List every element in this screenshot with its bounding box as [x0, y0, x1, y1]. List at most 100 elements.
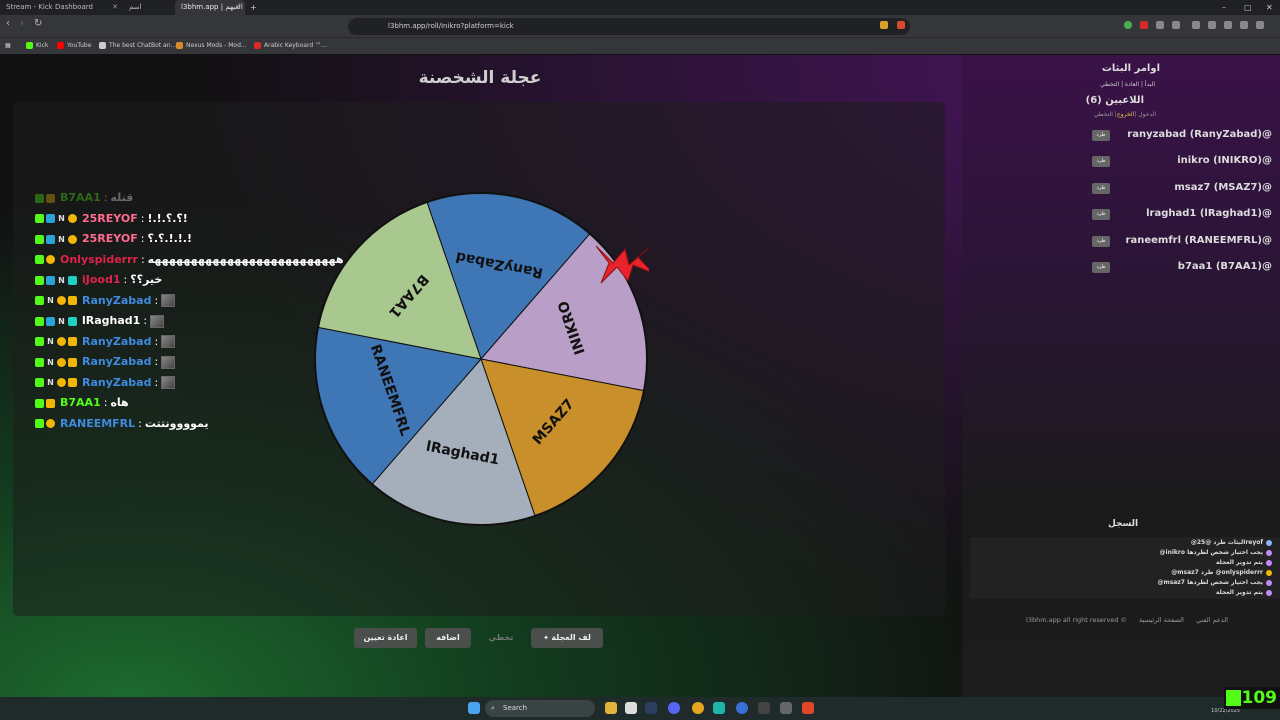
terminal-icon[interactable] — [758, 702, 770, 714]
apps-icon[interactable]: ▦ — [5, 38, 11, 54]
windows-start-icon[interactable] — [468, 702, 480, 714]
chat-message: N RanyZabad: — [35, 373, 344, 394]
chat-username[interactable]: RanyZabad — [82, 352, 151, 372]
chat-username[interactable]: 25REYOF — [82, 229, 138, 249]
log-entry: يتم تدوير العجلة — [1216, 589, 1272, 596]
chat-username[interactable]: Onlyspiderrr — [60, 250, 138, 270]
join-command: الدخول | — [1134, 111, 1156, 118]
bookmark-chatbot[interactable]: The best ChatBot an... — [99, 38, 176, 54]
extension-icon[interactable] — [1240, 21, 1248, 29]
footer-support-link[interactable]: الدعم الفني — [1196, 616, 1228, 624]
kick-player-button[interactable]: طرد — [1092, 182, 1110, 194]
player-name: raneemfrl (RANEEMFRL)@ — [1125, 234, 1272, 246]
tab-label: اسم — [129, 3, 142, 11]
kick-player-button[interactable]: طرد — [1092, 262, 1110, 273]
n-badge-icon: N — [47, 378, 54, 388]
chat-username[interactable]: RanyZabad — [82, 373, 151, 393]
crown-badge-icon — [68, 296, 77, 306]
kick-player-button[interactable]: طرد — [1092, 235, 1110, 247]
chat-username[interactable]: RANEEMFRL — [60, 414, 135, 434]
players-title: اللاعبين (6) — [1085, 95, 1144, 106]
chat-text: يموووونتتت — [144, 416, 209, 430]
extension-icon[interactable] — [1156, 21, 1164, 29]
brave-icon[interactable] — [802, 702, 814, 714]
chat-separator: : — [140, 232, 145, 246]
kick-player-button[interactable]: طرد — [1092, 130, 1110, 141]
extension-icon[interactable] — [897, 21, 905, 29]
spin-wheel-button[interactable]: ✦ لف العجلة — [531, 628, 603, 648]
chat-username[interactable]: RanyZabad — [82, 291, 151, 311]
player-row: طرد msaz7 (MSAZ7)@ — [1092, 182, 1272, 196]
bookmark-label: The best ChatBot an... — [109, 42, 177, 49]
close-icon[interactable]: ✕ — [235, 0, 241, 15]
menu-icon[interactable] — [1256, 21, 1264, 29]
file-explorer-icon[interactable] — [605, 702, 617, 714]
chrome-icon[interactable] — [692, 702, 704, 714]
chat-username[interactable]: RanyZabad — [82, 332, 151, 352]
bookmark-kick[interactable]: Kick — [26, 38, 48, 54]
app-icon[interactable] — [780, 702, 792, 714]
kick-badge-icon — [35, 337, 44, 347]
extension-icon[interactable] — [1224, 21, 1232, 29]
player-row: طرد b7aa1 (B7AA1)@ — [1092, 261, 1272, 275]
reset-button[interactable]: اعادة تعيين — [354, 628, 417, 648]
music-icon[interactable] — [1192, 21, 1200, 29]
wheel-controls: ✦ لف العجلة تخطي اضافه اعادة تعيين — [0, 628, 960, 648]
player-name: msaz7 (MSAZ7)@ — [1174, 181, 1272, 193]
reload-icon[interactable]: ↻ — [34, 18, 42, 29]
spin-wheel[interactable]: RanyZabadINIKROMSAZ7lRaghad1RANEEMFRLB7A… — [313, 191, 649, 527]
extension-icon[interactable] — [1172, 21, 1180, 29]
chat-separator: : — [154, 334, 159, 348]
coin-badge-icon — [57, 296, 66, 306]
bookmark-arabic-keyboard[interactable]: Arabic Keyboard ™... — [254, 38, 327, 54]
close-window-icon[interactable]: ✕ — [1266, 0, 1273, 15]
add-button[interactable]: اضافه — [425, 628, 471, 648]
discord-icon[interactable] — [668, 702, 680, 714]
bookmark-nexus[interactable]: Nexus Mods - Mod... — [176, 38, 247, 54]
n-badge-icon: N — [58, 234, 65, 244]
page-content: عجلة الشخصنة B7AA1: قتله N 25REYOF: !.!.؟.؟!… — [0, 55, 1280, 700]
new-tab-button[interactable]: + — [250, 0, 257, 15]
kick-badge-icon — [35, 419, 44, 429]
log-dot-icon — [1266, 569, 1272, 576]
tab-kick-dashboard[interactable]: Stream - Kick Dashboard ✕ — [0, 0, 122, 15]
extension-icon[interactable] — [880, 21, 888, 29]
url-field[interactable]: l3bhm.app/roll/inikro?platform=kick — [348, 18, 910, 35]
app-icon[interactable] — [713, 702, 725, 714]
chat-username[interactable]: B7AA1 — [60, 393, 101, 413]
taskbar-search[interactable]: ⌕ Search — [485, 700, 595, 717]
bot-badge-icon — [46, 234, 55, 244]
search-label: Search — [503, 704, 528, 712]
player-row: طرد raneemfrl (RANEEMFRL)@ — [1092, 235, 1272, 249]
footer-home-link[interactable]: الصفحة الرئيسية — [1139, 616, 1184, 624]
kick-player-button[interactable]: طرد — [1092, 209, 1110, 221]
tab-second[interactable]: اسم — [123, 0, 175, 15]
close-icon[interactable]: ✕ — [112, 0, 118, 15]
record-icon[interactable] — [1140, 21, 1148, 29]
vpn-icon[interactable] — [1124, 21, 1132, 29]
chat-text: هاه — [110, 396, 129, 410]
log-dot-icon — [1266, 549, 1272, 556]
tab-l3bhm[interactable]: l3bhm.app | العبهم ✕ — [175, 0, 245, 15]
bookmark-youtube[interactable]: YouTube — [57, 38, 91, 54]
chat-username[interactable]: iJood1 — [82, 270, 121, 290]
app-icon[interactable] — [736, 702, 748, 714]
steam-icon[interactable] — [645, 702, 657, 714]
forward-icon[interactable]: › — [20, 18, 24, 29]
log-text: @msaz7 طرد @onlyspiderrr — [1171, 569, 1263, 576]
keyboard-icon — [254, 42, 261, 49]
chat-username[interactable]: B7AA1 — [60, 188, 101, 208]
chat-username[interactable]: lRaghad1 — [82, 311, 140, 331]
store-icon[interactable] — [625, 702, 637, 714]
maximize-icon[interactable]: ▢ — [1244, 0, 1252, 15]
player-row: طرد ranyzabad (RanyZabad)@ — [1092, 129, 1272, 143]
back-icon[interactable]: ‹ — [6, 18, 10, 29]
minimize-icon[interactable]: – — [1222, 0, 1226, 15]
chat-username[interactable]: 25REYOF — [82, 209, 138, 229]
tab-label: l3bhm.app | العبهم — [181, 3, 243, 11]
kick-badge-icon — [35, 357, 44, 367]
kick-player-button[interactable]: طرد — [1092, 156, 1110, 168]
skip-button[interactable]: تخطي — [479, 628, 523, 648]
extension-icon[interactable] — [1208, 21, 1216, 29]
nexus-icon — [176, 42, 183, 49]
